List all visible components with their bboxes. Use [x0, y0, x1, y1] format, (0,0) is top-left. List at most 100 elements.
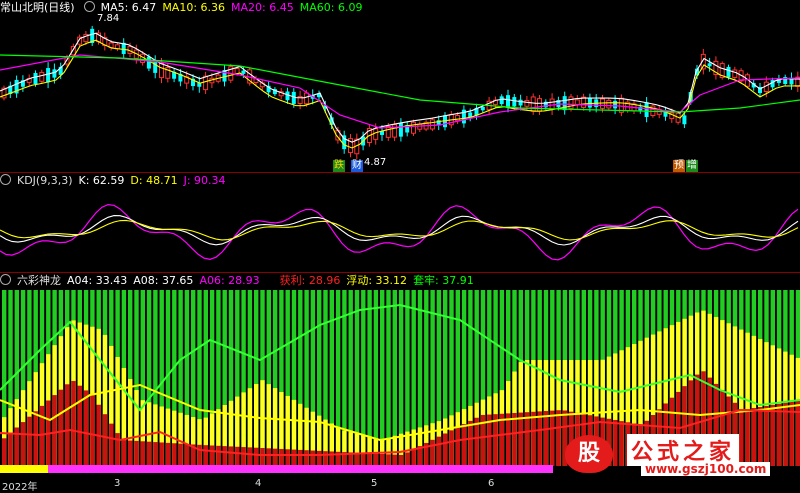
candle-body: [512, 97, 517, 107]
candle-body: [524, 99, 530, 107]
red-bar: [71, 380, 76, 466]
candle-body: [587, 97, 592, 108]
red-bar: [121, 440, 127, 466]
red-bar: [323, 451, 328, 466]
red-bar: [260, 448, 265, 466]
red-bar: [354, 452, 360, 466]
red-bar: [398, 454, 404, 466]
indicator-panel-header: 六彩神龙 A04: 33.43 A08: 37.65 A06: 28.93 获利: 28…: [0, 274, 480, 288]
red-bar: [550, 410, 555, 466]
ma60-label: MA60: 6.09: [299, 1, 363, 14]
red-bar: [310, 450, 316, 466]
red-bar: [430, 439, 435, 466]
red-bar: [153, 442, 158, 466]
candle-body: [153, 60, 158, 73]
strip-magenta: [48, 465, 553, 473]
red-bar: [304, 450, 309, 466]
red-bar: [405, 452, 410, 466]
candle-body: [39, 71, 45, 82]
candle-body: [46, 68, 51, 83]
red-bar: [386, 454, 391, 466]
candle-body: [203, 75, 209, 91]
red-bar: [222, 446, 227, 466]
candle-body: [398, 123, 403, 137]
red-bar: [203, 445, 208, 466]
a06-label: A06: 28.93: [199, 274, 260, 287]
candle-body: [613, 100, 618, 109]
red-bar: [279, 448, 284, 466]
candle-body: [530, 96, 536, 112]
candle-body: [574, 99, 580, 105]
candle-body: [537, 98, 542, 112]
mark-die: 跌: [333, 160, 345, 172]
candle-body: [726, 66, 731, 78]
panel-separator: [0, 272, 800, 273]
red-bar: [461, 424, 467, 466]
red-bar: [373, 453, 379, 466]
red-bar: [52, 395, 57, 466]
red-bar: [499, 413, 505, 466]
red-bar: [165, 442, 171, 466]
red-bar: [146, 441, 152, 466]
red-bar: [241, 447, 246, 466]
kdj-j-line: [0, 204, 799, 261]
red-bar: [140, 441, 145, 466]
red-bar: [455, 427, 460, 466]
red-bar: [2, 438, 7, 466]
red-bar: [216, 445, 221, 466]
candle-body: [52, 69, 57, 78]
red-bar: [33, 411, 38, 466]
red-bar: [298, 449, 303, 466]
axis-label: 5: [371, 478, 378, 489]
candle-body: [373, 128, 379, 140]
mark-cai: 财: [351, 160, 363, 172]
red-bar: [524, 412, 530, 466]
red-bar: [247, 447, 253, 466]
candle-body: [644, 102, 649, 118]
red-bar: [380, 454, 385, 466]
candle-body: [600, 98, 605, 109]
red-bar: [102, 414, 108, 466]
watermark: 股 公式之家 www.gszj100.com: [565, 434, 797, 476]
candle-body: [146, 56, 151, 69]
red-bar: [291, 449, 297, 466]
candle-body: [417, 123, 423, 130]
red-bar: [184, 444, 190, 466]
settings-circle-icon[interactable]: [0, 174, 11, 185]
a08-label: A08: 37.65: [133, 274, 194, 287]
red-bar: [272, 448, 278, 466]
red-bar: [317, 450, 322, 466]
red-bar: [65, 384, 70, 466]
red-bar: [178, 443, 183, 466]
panel-separator: [0, 172, 800, 173]
settings-circle-icon[interactable]: [0, 274, 11, 285]
mark-zeng: 增: [686, 160, 698, 172]
red-bar: [39, 405, 45, 466]
settings-circle-icon[interactable]: [83, 1, 95, 12]
red-bar: [115, 433, 120, 466]
ma60-line: [0, 54, 800, 113]
candle-body: [159, 63, 164, 79]
red-bar: [285, 449, 290, 466]
kdj-j-label: J: 90.34: [183, 174, 226, 187]
huoli-label: 获利: 28.96: [279, 274, 341, 287]
kdj-d-label: D: 48.71: [130, 174, 178, 187]
high-price-label: 7.84: [97, 13, 120, 24]
kdj-d-line: [0, 219, 799, 241]
red-bar: [77, 385, 82, 466]
stock-title: 常山北明(日线): [0, 1, 75, 14]
red-bar: [543, 411, 549, 466]
kdj-k-line: [0, 215, 799, 246]
candle-body: [455, 115, 461, 122]
red-bar: [83, 390, 89, 466]
red-bar: [537, 411, 542, 466]
indicator-title: 六彩神龙: [17, 274, 61, 287]
mark-yu: 预: [673, 160, 685, 172]
watermark-logo: 股: [565, 435, 613, 473]
red-bar: [209, 445, 215, 466]
taolao-label: 套牢: 37.91: [413, 274, 474, 287]
candle-body: [682, 115, 687, 125]
red-bar: [58, 389, 64, 466]
candle-body: [241, 70, 246, 74]
red-bar: [449, 430, 454, 466]
